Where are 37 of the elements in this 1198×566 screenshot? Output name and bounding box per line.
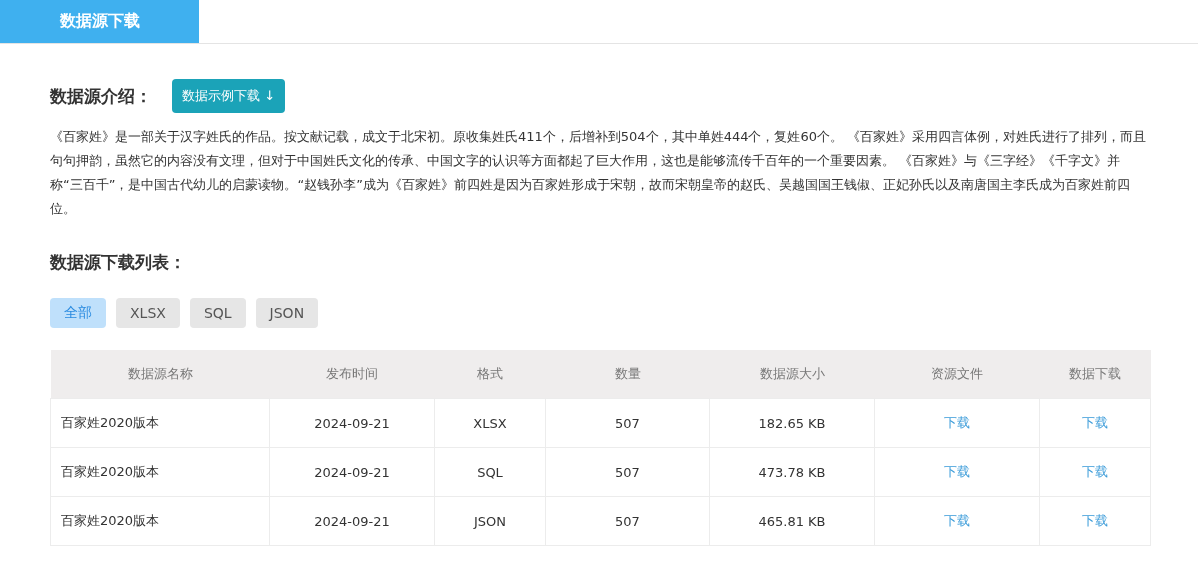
section-heading: 数据源介绍： [50, 84, 152, 108]
table-cell: 百家姓2020版本 [50, 447, 270, 497]
table-cell: 2024-09-21 [269, 496, 435, 546]
table-cell: 百家姓2020版本 [50, 398, 270, 448]
download-link[interactable]: 下载 [944, 513, 970, 528]
filter-button[interactable]: 全部 [50, 298, 106, 328]
table-cell: 2024-09-21 [269, 447, 435, 497]
column-header: 发布时间 [269, 350, 435, 399]
column-header: 格式 [434, 350, 546, 399]
table-cell: 182.65 KB [709, 398, 875, 448]
table-cell: SQL [434, 447, 546, 497]
table-cell: 507 [545, 496, 710, 546]
table-cell: 507 [545, 398, 710, 448]
sample-download-button[interactable]: 数据示例下载 ↓ [172, 79, 286, 113]
download-link[interactable]: 下载 [1082, 464, 1108, 479]
tab[interactable]: 数据源下载 [0, 0, 199, 43]
table-cell: 473.78 KB [709, 447, 875, 497]
filter-button[interactable]: SQL [189, 298, 246, 328]
intro-paragraph: 《百家姓》是一部关于汉字姓氏的作品。按文献记载，成文于北宋初。原收集姓氏411个，后增补到504个，其中单姓444个，复姓60个。 《百家姓》采用四言体例，对姓氏进行了排列，而且句句押韵，虽然它的内容没有文理，但对于中国姓氏文化的传承、中国文字的认识等方面都起了巨大作用，这也是能够流传千百年的一个重要因素。 《百家姓》与《三字经》《千字文》并称“三百千”，是中国古代幼儿的启蒙读物。“赵钱孙李”成为《百家姓》前四姓是因为百家姓形成于宋朝，故而宋朝皇帝的赵氏、吴越国国王钱俶、正妃孙氏以及南唐国主李氏成为百家姓前四位。 [50, 128, 1148, 218]
filter-button[interactable]: JSON [255, 298, 319, 328]
download-link[interactable]: 下载 [1082, 513, 1108, 528]
table-cell: 465.81 KB [709, 496, 875, 546]
table-cell: 2024-09-21 [269, 398, 435, 448]
column-header: 数据下载 [1039, 350, 1151, 399]
section-heading: 数据源下载列表： [50, 251, 187, 274]
column-header: 资源文件 [874, 350, 1040, 399]
table-cell: 507 [545, 447, 710, 497]
column-header: 数据源名称 [50, 350, 270, 399]
column-header: 数据源大小 [709, 350, 875, 399]
download-link[interactable]: 下载 [1082, 415, 1108, 430]
filter-button[interactable]: XLSX [116, 298, 180, 328]
table-cell: XLSX [434, 398, 546, 448]
download-link[interactable]: 下载 [944, 415, 970, 430]
download-link[interactable]: 下载 [944, 464, 970, 479]
column-header: 数量 [545, 350, 710, 399]
table-cell: JSON [434, 496, 546, 546]
table-cell: 百家姓2020版本 [50, 496, 270, 546]
